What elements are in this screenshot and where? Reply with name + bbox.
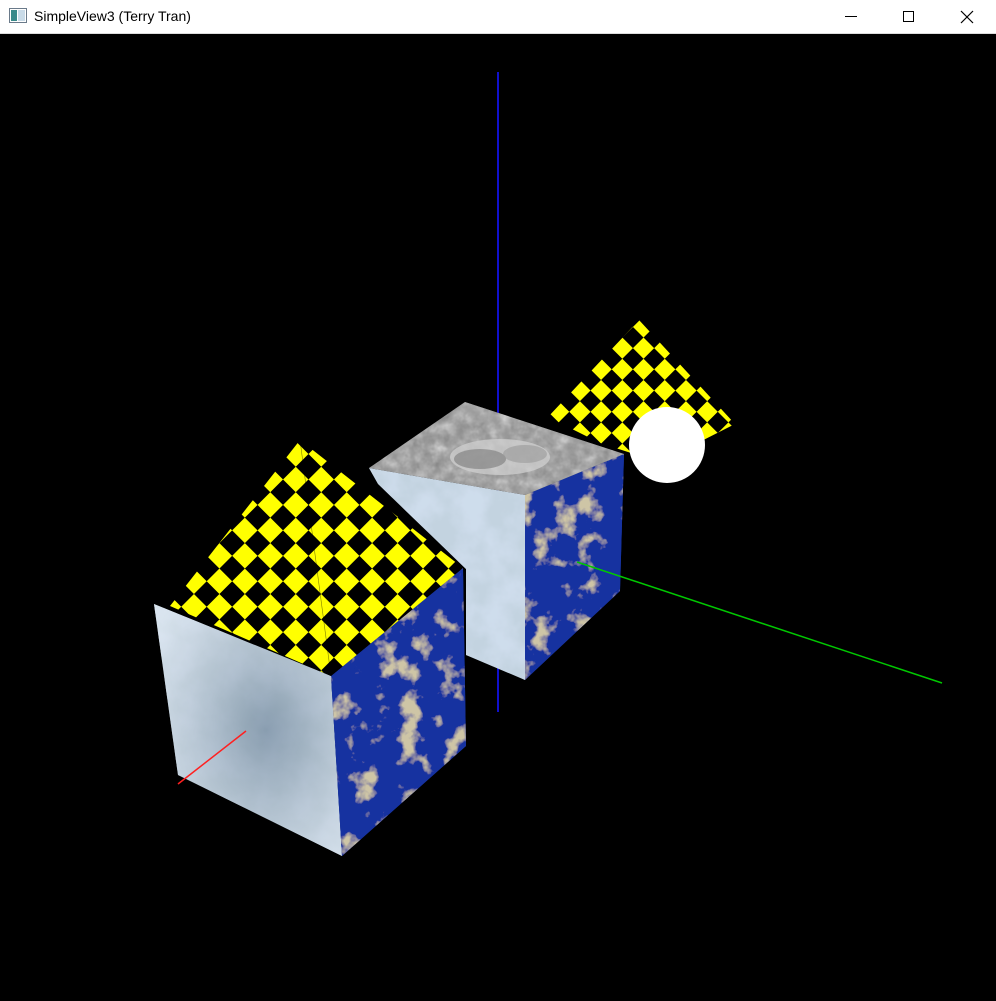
window-title: SimpleView3 (Terry Tran) [34, 8, 191, 24]
close-icon [960, 10, 974, 24]
window-app-icon [9, 8, 27, 23]
opengl-viewport[interactable] [0, 34, 996, 1001]
white-sphere [629, 407, 705, 483]
maximize-icon [903, 11, 914, 22]
y-axis-line [576, 561, 943, 684]
maximize-button[interactable] [880, 0, 938, 33]
close-button[interactable] [938, 0, 996, 33]
title-bar[interactable]: SimpleView3 (Terry Tran) [0, 0, 996, 34]
app-window: SimpleView3 (Terry Tran) [0, 0, 996, 1001]
minimize-button[interactable] [822, 0, 880, 33]
minimize-icon [845, 16, 857, 17]
